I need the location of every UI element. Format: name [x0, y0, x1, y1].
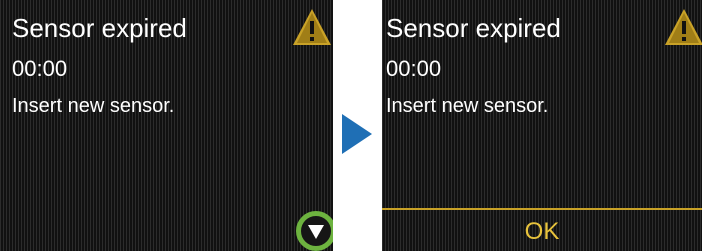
ok-button[interactable]: OK [382, 208, 702, 251]
scroll-down-button[interactable] [296, 211, 333, 251]
screen-sensor-expired: Sensor expired 00:00 Insert new sensor. [0, 0, 333, 251]
alert-title: Sensor expired [12, 13, 187, 43]
alert-title: Sensor expired [386, 13, 561, 43]
alert-message: Insert new sensor. [12, 95, 175, 117]
alert-message: Insert new sensor. [386, 95, 549, 117]
scroll-down-icon [308, 225, 324, 239]
alert-time: 00:00 [386, 56, 442, 81]
ok-button-label: OK [524, 217, 560, 245]
next-step-arrow-icon [342, 114, 372, 154]
screen-sensor-expired-ok: Sensor expired 00:00 Insert new sensor. … [382, 0, 702, 251]
warning-triangle-icon [665, 9, 702, 45]
alert-time: 00:00 [12, 56, 68, 81]
warning-triangle-icon [293, 9, 331, 45]
